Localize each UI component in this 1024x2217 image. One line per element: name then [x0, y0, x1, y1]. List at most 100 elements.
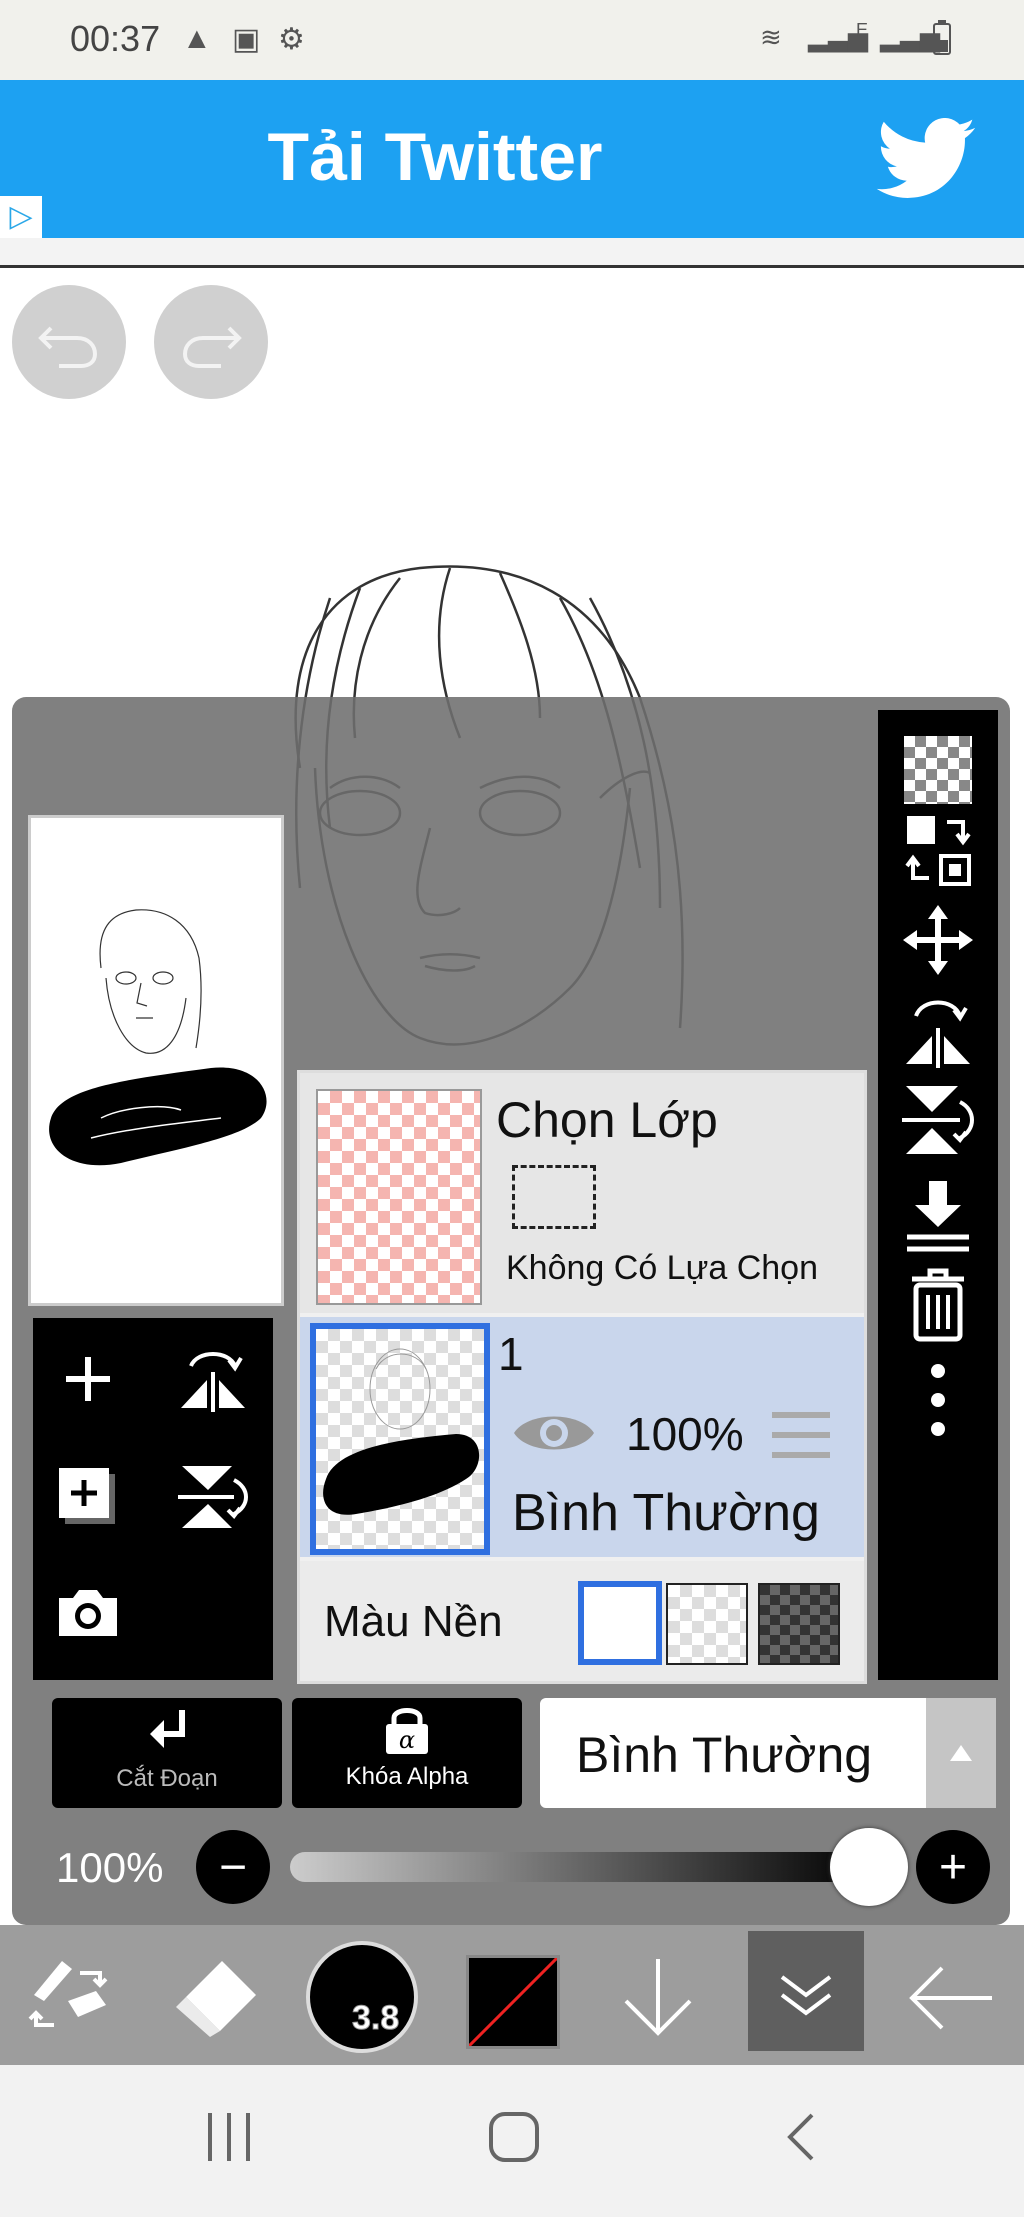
back-button[interactable]	[782, 2111, 818, 2168]
opacity-value: 100%	[56, 1844, 164, 1891]
arrow-down-icon	[624, 1959, 692, 2036]
rotate-layer-button[interactable]	[158, 1442, 268, 1552]
home-icon	[489, 2112, 539, 2162]
drag-handle-icon[interactable]	[770, 1409, 832, 1466]
clipping-label: Cắt Đoạn	[116, 1765, 218, 1792]
checkerboard-button[interactable]	[878, 730, 998, 810]
opacity-increase-button[interactable]: +	[916, 1830, 990, 1904]
color-swatch-icon	[467, 1956, 559, 2048]
canvas-thumbnail[interactable]	[28, 815, 284, 1306]
back-icon	[787, 2113, 814, 2161]
brush-size-value: 3.8	[351, 1999, 400, 2038]
eraser-icon	[176, 1961, 256, 2037]
warning-icon: ▲	[182, 22, 212, 55]
blend-mode-dropdown-button[interactable]	[926, 1698, 996, 1808]
camera-icon	[59, 1590, 117, 1636]
move-button[interactable]	[878, 900, 998, 980]
selection-marquee-icon	[512, 1165, 596, 1229]
opacity-slider[interactable]	[290, 1852, 870, 1882]
opacity-slider-handle[interactable]	[830, 1828, 908, 1906]
alpha-lock-label: Khóa Alpha	[345, 1763, 469, 1790]
selection-layer-row[interactable]: Chọn Lớp Không Có Lựa Chọn	[300, 1073, 864, 1313]
redo-icon	[182, 326, 242, 368]
flip-horizontal-button[interactable]	[878, 990, 998, 1070]
down-arrow-button[interactable]	[618, 1955, 698, 2044]
flip-layer-button[interactable]	[158, 1324, 268, 1434]
merge-down-button[interactable]	[878, 1175, 998, 1255]
data-e-icon: E	[856, 20, 869, 40]
swap-layer-button[interactable]	[878, 810, 998, 890]
blend-mode-select[interactable]: Bình Thường	[540, 1698, 996, 1808]
sim-icon: ▣	[232, 23, 261, 56]
arrow-left-icon	[909, 1966, 992, 2030]
flip-layer-icon	[181, 1352, 245, 1412]
camera-button[interactable]	[33, 1558, 143, 1668]
eraser-button[interactable]	[170, 1955, 260, 2044]
blend-mode-value: Bình Thường	[576, 1727, 873, 1783]
flip-horizontal-icon	[906, 1000, 970, 1068]
background-dark-option[interactable]	[758, 1583, 840, 1665]
flip-vertical-icon	[902, 1086, 974, 1154]
layer-row[interactable]: 1 100% Bình Thường	[300, 1317, 864, 1557]
color-swatch-button[interactable]	[466, 1955, 560, 2049]
brush-swap-icon	[28, 1961, 108, 2027]
wifi-icon: ≋	[760, 22, 782, 52]
eye-icon	[514, 1416, 594, 1450]
selection-layer-title: Chọn Lớp	[496, 1092, 718, 1148]
status-bar: 00:37 ▲ ▣ ⚙ ≋ ▂▃▅ E ▂▃▅	[0, 0, 1024, 80]
layer-opacity: 100%	[626, 1408, 744, 1460]
undo-button[interactable]	[12, 285, 126, 399]
ad-divider	[0, 238, 1024, 268]
back-arrow-button[interactable]	[906, 1963, 996, 2038]
layer-blend-mode: Bình Thường	[512, 1484, 820, 1542]
minus-icon: −	[218, 1840, 248, 1894]
layer-thumbnail	[310, 1323, 490, 1555]
add-layer-icon	[66, 1357, 110, 1401]
rotate-layer-icon	[178, 1466, 248, 1528]
recent-apps-button[interactable]	[204, 2111, 254, 2168]
ad-title: Tải Twitter	[267, 119, 603, 195]
checkerboard-icon	[904, 736, 972, 804]
trash-icon	[912, 1268, 964, 1342]
clipping-arrow-icon	[150, 1710, 185, 1748]
delete-layer-button[interactable]	[878, 1265, 998, 1345]
home-button[interactable]	[488, 2111, 540, 2168]
selection-layer-thumbnail	[316, 1089, 482, 1305]
layer-tools-right	[878, 710, 998, 1680]
background-label: Màu Nền	[324, 1597, 503, 1646]
signal-icon: ▂▃▅	[880, 22, 940, 52]
selection-layer-status: Không Có Lựa Chọn	[506, 1249, 818, 1287]
plus-icon: +	[938, 1840, 968, 1894]
merge-down-icon	[907, 1181, 969, 1252]
layer-menu-button[interactable]	[748, 1931, 864, 2051]
chevron-double-down-icon	[780, 1975, 832, 2016]
brush-size-button[interactable]: 3.8	[306, 1941, 418, 2053]
background-white-option[interactable]	[578, 1581, 662, 1665]
redo-button[interactable]	[154, 285, 268, 399]
recent-apps-icon	[208, 2113, 250, 2161]
add-layer-button[interactable]	[33, 1324, 143, 1434]
swap-layer-icon	[905, 816, 971, 886]
more-icon	[931, 1364, 945, 1436]
twitter-bird-icon	[876, 117, 976, 205]
svg-text:α: α	[399, 1726, 415, 1754]
alpha-lock-button[interactable]: α Khóa Alpha	[292, 1698, 522, 1808]
bottom-toolbar: 3.8	[0, 1925, 1024, 2065]
clipping-button[interactable]: Cắt Đoạn	[52, 1698, 282, 1808]
system-nav-bar	[0, 2065, 1024, 2217]
layer-tools-left	[33, 1318, 273, 1680]
status-time: 00:37	[70, 18, 161, 59]
triangle-up-icon	[950, 1745, 972, 1761]
more-button[interactable]	[878, 1360, 998, 1440]
opacity-decrease-button[interactable]: −	[196, 1830, 270, 1904]
brush-swap-button[interactable]	[24, 1955, 116, 2044]
background-color-row: Màu Nền	[300, 1561, 864, 1681]
visibility-eye-button[interactable]	[512, 1405, 596, 1466]
ad-banner[interactable]: Tải Twitter ▷	[0, 80, 1024, 238]
flip-vertical-button[interactable]	[878, 1080, 998, 1160]
background-transparent-option[interactable]	[666, 1583, 748, 1665]
add-copy-layer-button[interactable]	[33, 1442, 143, 1552]
add-copy-layer-icon	[59, 1468, 115, 1524]
adchoices-icon[interactable]: ▷	[0, 196, 42, 238]
layer-name: 1	[498, 1328, 524, 1380]
